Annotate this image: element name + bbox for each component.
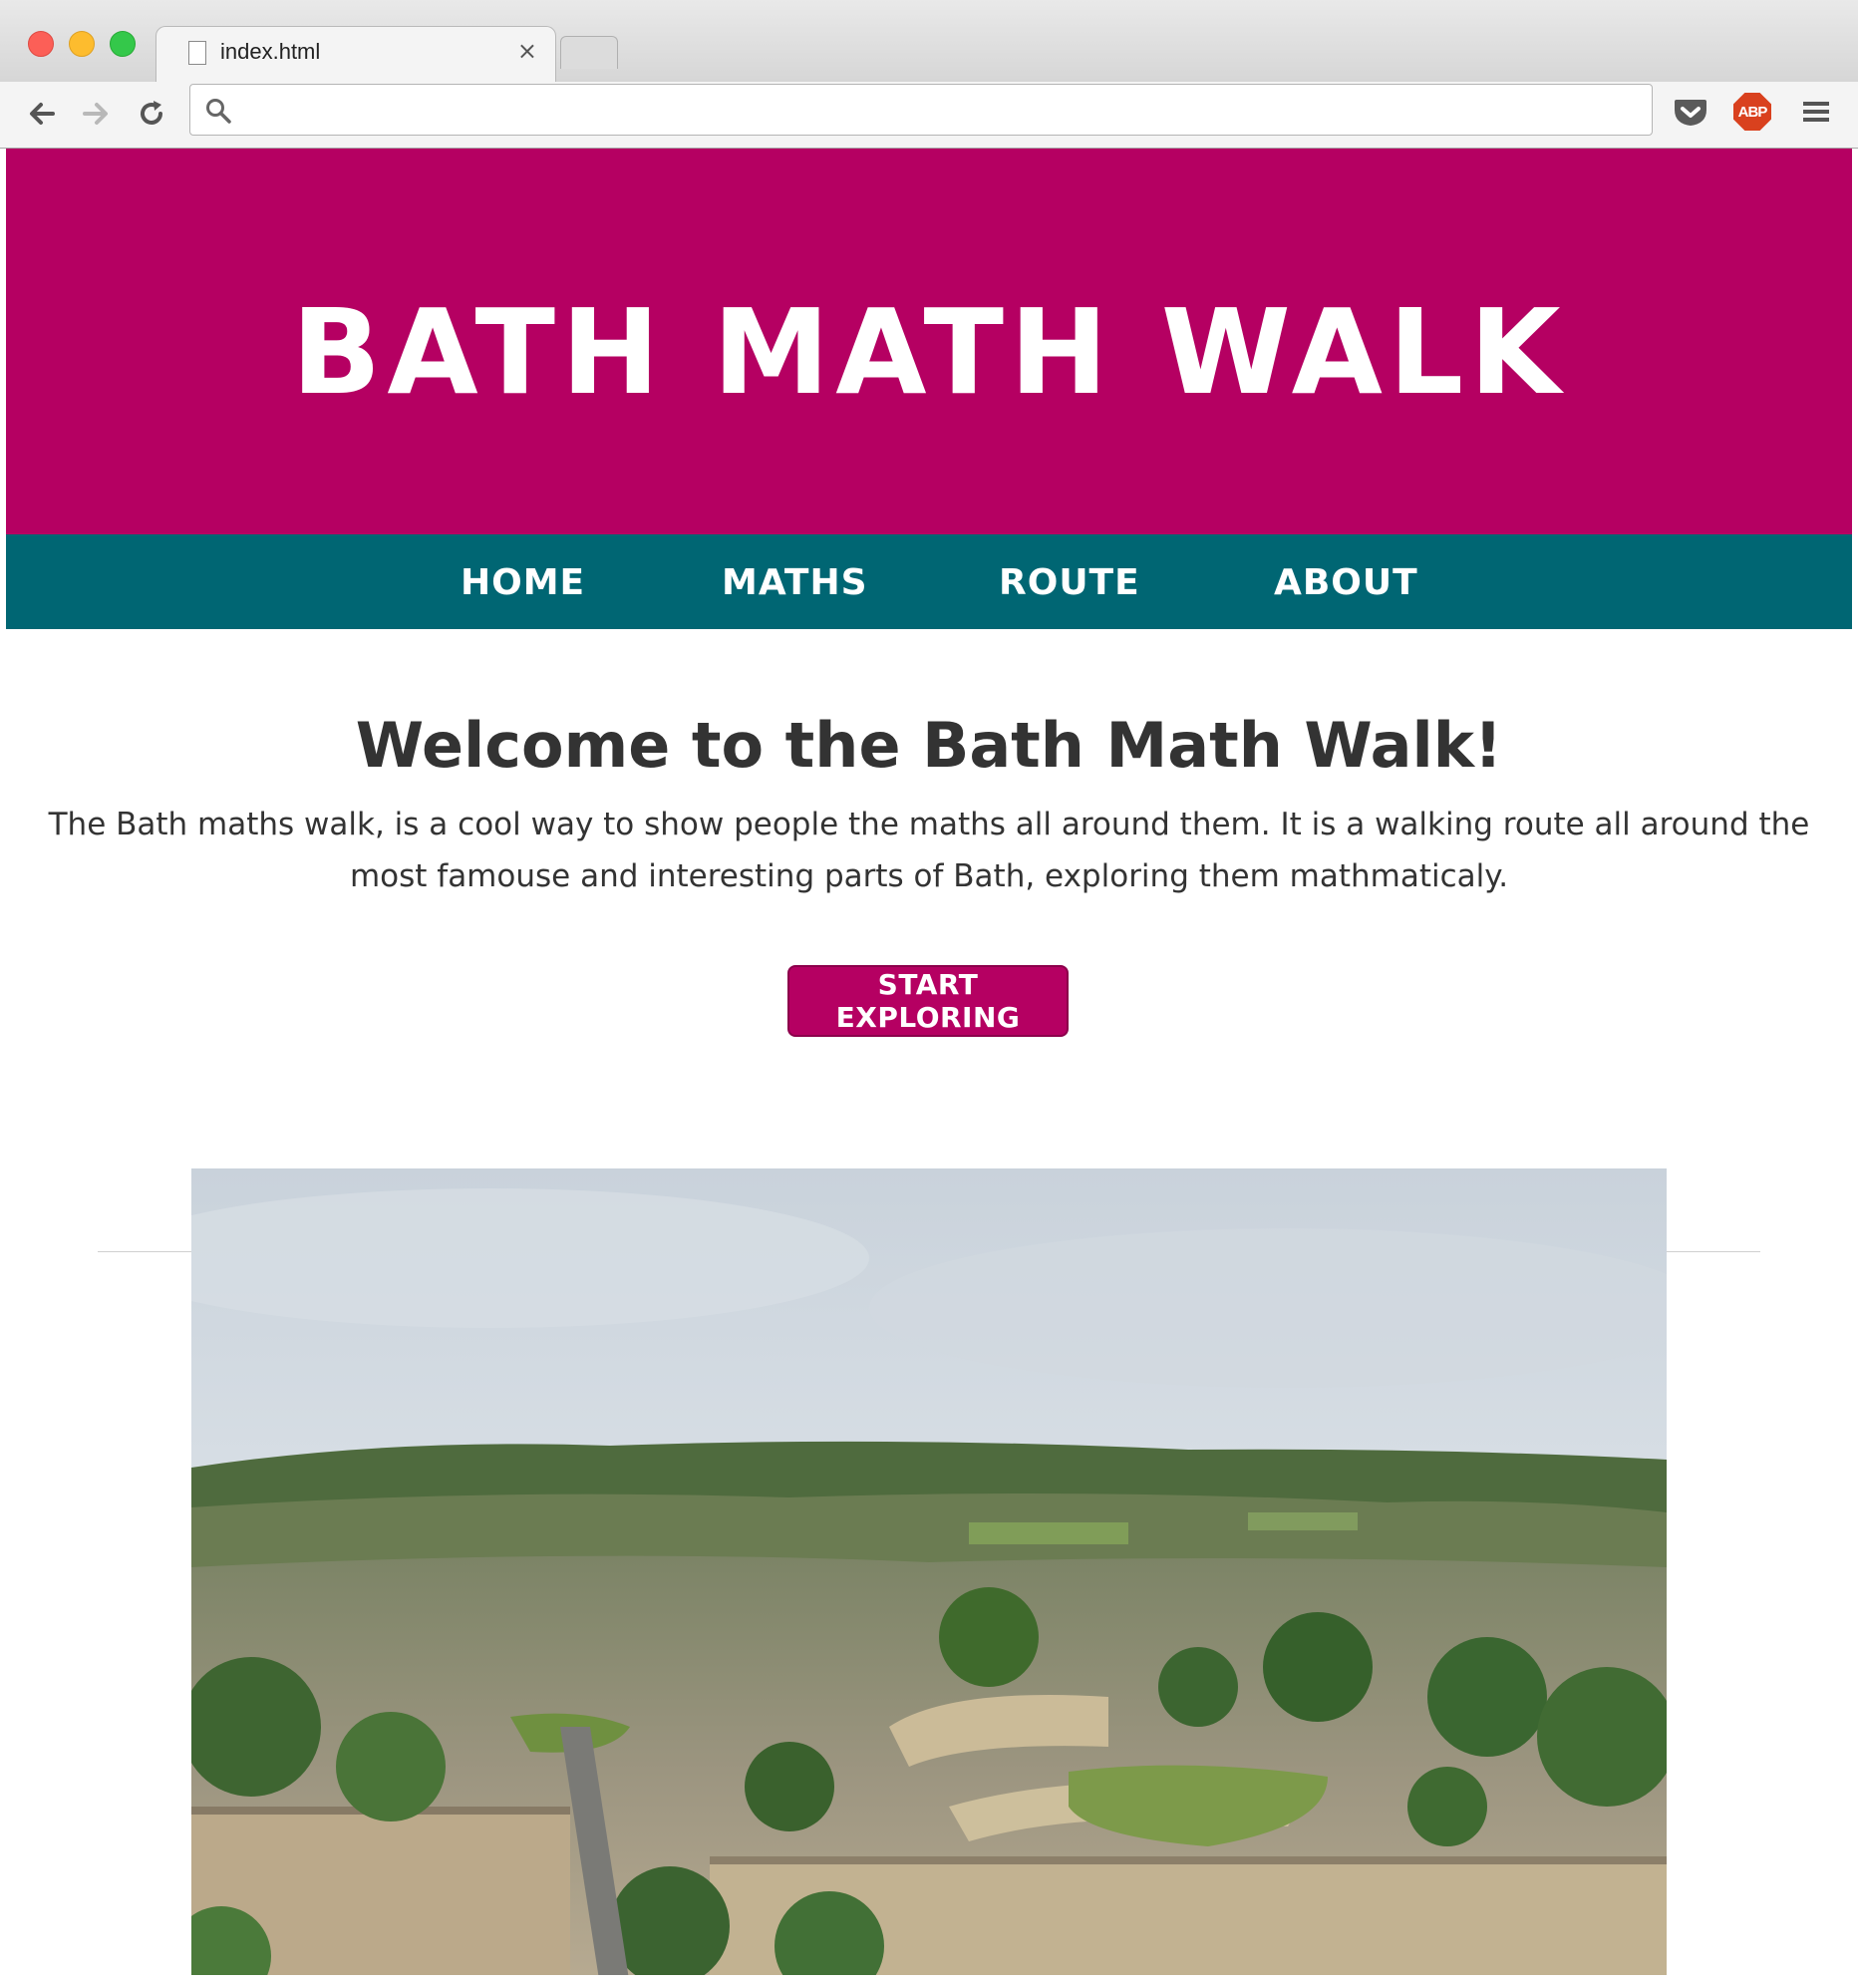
address-input[interactable]	[246, 93, 1636, 129]
tab-close-icon[interactable]: ×	[517, 37, 537, 65]
nav-route[interactable]: ROUTE	[999, 562, 1140, 603]
nav-maths[interactable]: MATHS	[722, 562, 868, 603]
tab-title: index.html	[220, 39, 321, 64]
adblock-label: ABP	[1733, 93, 1771, 131]
intro-paragraph: The Bath maths walk, is a cool way to sh…	[48, 807, 1810, 894]
browser-tab[interactable]: index.html ×	[155, 26, 556, 85]
pocket-icon[interactable]	[1669, 90, 1712, 134]
welcome-heading: Welcome to the Bath Math Walk!	[355, 709, 1503, 782]
page-viewport: BATH MATH WALK HOME MATHS ROUTE ABOUT We…	[6, 149, 1852, 1975]
zoom-window-button[interactable]	[110, 31, 136, 57]
address-bar[interactable]	[189, 84, 1653, 136]
close-window-button[interactable]	[28, 31, 54, 57]
page-icon	[188, 41, 206, 65]
bath-city-photo	[191, 1168, 1667, 1975]
minimize-window-button[interactable]	[69, 31, 95, 57]
nav-about[interactable]: ABOUT	[1274, 562, 1418, 603]
site-header: BATH MATH WALK	[6, 149, 1852, 534]
browser-window: index.html × ABP BATH MATH WALK HOME MAT…	[0, 0, 1858, 1988]
start-exploring-button[interactable]: START EXPLORING	[787, 965, 1069, 1037]
nav-home[interactable]: HOME	[461, 562, 585, 603]
reload-icon[interactable]	[130, 92, 173, 136]
search-icon	[206, 99, 231, 124]
menu-icon[interactable]	[1794, 90, 1838, 134]
back-icon[interactable]	[20, 92, 64, 136]
browser-toolbar: ABP	[0, 82, 1858, 149]
main-nav: HOME MATHS ROUTE ABOUT	[6, 534, 1852, 629]
adblock-icon[interactable]: ABP	[1730, 90, 1774, 134]
tab-strip: index.html ×	[0, 0, 1858, 85]
forward-icon[interactable]	[74, 92, 118, 136]
site-title: BATH MATH WALK	[291, 282, 1567, 421]
new-tab-button[interactable]	[560, 36, 618, 69]
